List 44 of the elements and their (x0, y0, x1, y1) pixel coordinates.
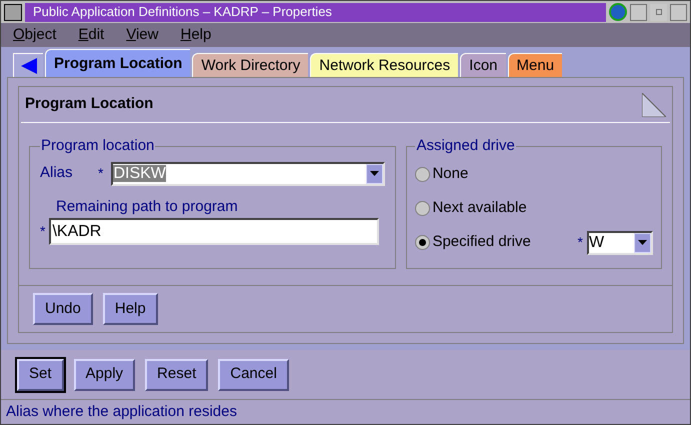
tab[interactable]: Icon (460, 53, 506, 77)
push-button[interactable]: Undo (33, 292, 93, 325)
tab[interactable]: Program Location (45, 49, 190, 77)
hide-button[interactable] (630, 4, 647, 20)
page-corner-icon[interactable] (642, 92, 666, 116)
tab[interactable]: Network Resources (310, 53, 458, 77)
required-mark: * (98, 164, 104, 183)
push-button[interactable]: Set (17, 358, 64, 390)
required-mark: * (578, 233, 583, 252)
app-icon (4, 4, 22, 20)
field-label: Remaining path to program (56, 196, 239, 216)
radio-button[interactable] (415, 235, 430, 250)
field-label: Alias (40, 163, 74, 184)
tab[interactable]: Work Directory (192, 53, 308, 77)
menu-item[interactable]: Edit (78, 24, 104, 46)
tab[interactable]: Menu (508, 53, 562, 77)
caret-icon (366, 164, 384, 184)
drive-dropdown[interactable]: W (587, 230, 653, 254)
caret-icon (634, 232, 651, 252)
page-title: Program Location (25, 94, 154, 114)
push-button[interactable]: Help (102, 292, 158, 325)
path-input-field[interactable]: \KADR (49, 218, 380, 245)
menu-item[interactable]: View (126, 24, 158, 46)
push-button[interactable]: Cancel (218, 358, 289, 390)
radio-label: None (432, 164, 468, 184)
menu-item[interactable]: Object (13, 24, 56, 46)
left-arrow-icon (20, 58, 36, 74)
window-title: Public Application Definitions – KADRP – Properties (33, 3, 332, 22)
group-label: Assigned drive (415, 136, 516, 156)
radio-button[interactable] (415, 201, 430, 216)
alias-dropdown[interactable]: DISKW (111, 162, 386, 186)
required-mark: * (40, 222, 46, 241)
radio-button[interactable] (415, 167, 430, 182)
radio-label: Specified drive (432, 232, 531, 252)
push-button[interactable]: Apply (74, 358, 136, 390)
menu-item[interactable]: Help (180, 24, 212, 46)
minimize-button[interactable] (650, 4, 667, 20)
push-button[interactable]: Reset (145, 358, 208, 390)
status-text: Alias where the application resides (6, 402, 237, 422)
maximize-button[interactable] (670, 4, 687, 20)
group-label: Program location (40, 136, 156, 156)
globe-icon[interactable] (609, 3, 627, 21)
scroll-left-button[interactable] (13, 53, 43, 77)
radio-label: Next available (432, 198, 527, 218)
